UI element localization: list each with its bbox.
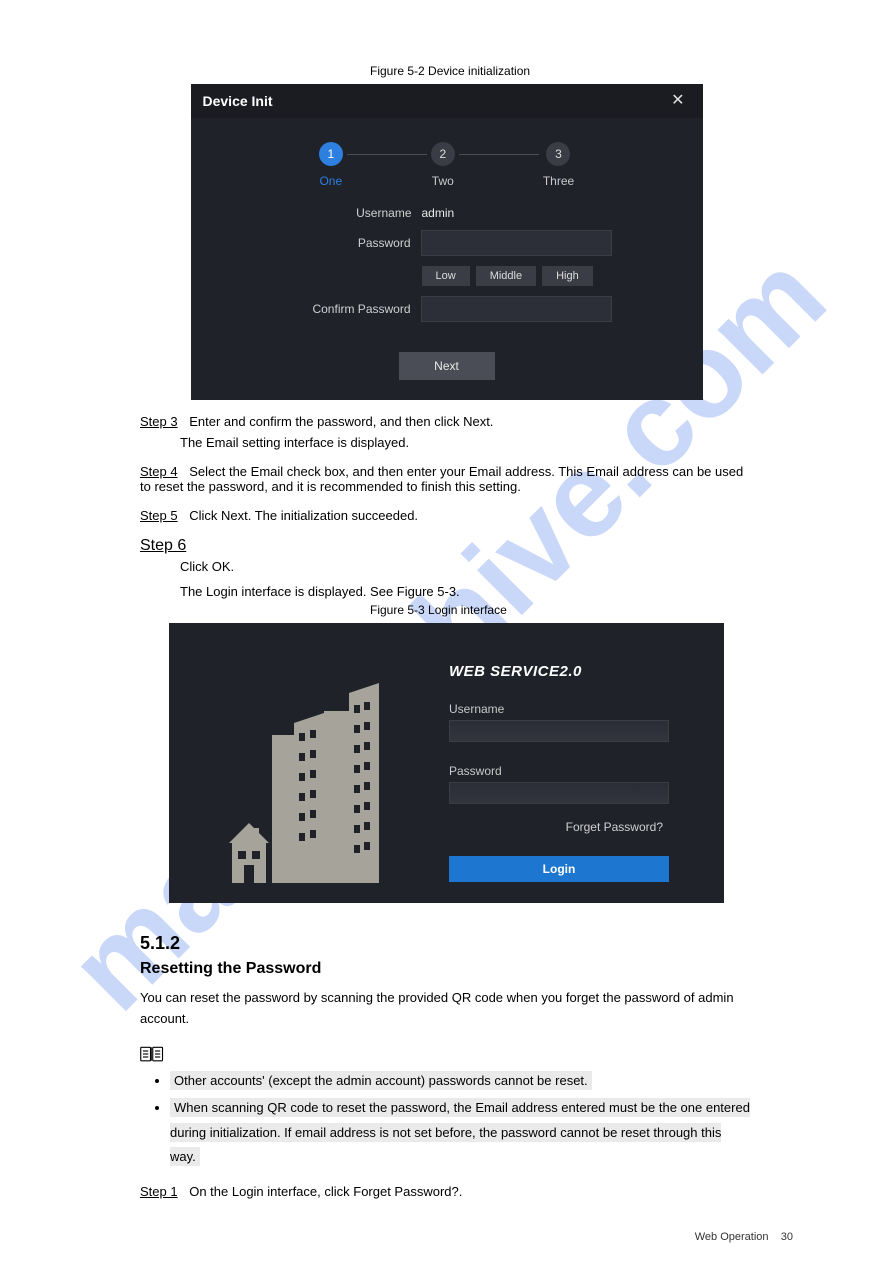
- device-init-dialog: Device Init ✕ 1 One 2 Two 3 Three: [191, 84, 703, 400]
- step-3-circle: 3: [546, 142, 570, 166]
- password-row: Password: [282, 230, 612, 256]
- next-button[interactable]: Next: [399, 352, 495, 380]
- close-icon[interactable]: ✕: [665, 92, 690, 110]
- step-3-body: Enter and confirm the password, and then…: [189, 414, 493, 429]
- wizard-stepper: 1 One 2 Two 3 Three: [191, 142, 703, 188]
- step-6-body: Click OK.: [180, 557, 753, 578]
- reset-step-1-lead: Step 1: [140, 1184, 178, 1199]
- stepper-connector: [347, 154, 427, 155]
- reset-step-1-body: On the Login interface, click Forget Pas…: [189, 1184, 462, 1199]
- step-4-line: Step 4 Select the Email check box, and t…: [140, 464, 753, 494]
- note-item-2: When scanning QR code to reset the passw…: [170, 1098, 750, 1166]
- reset-intro: You can reset the password by scanning t…: [140, 988, 753, 1030]
- login-illustration: [169, 623, 449, 903]
- forget-password-link[interactable]: Forget Password?: [560, 819, 669, 835]
- stepper-connector: [459, 154, 539, 155]
- dialog-titlebar: Device Init ✕: [191, 84, 703, 118]
- confirm-password-row: Confirm Password: [282, 296, 612, 322]
- step-5-lead: Step 5: [140, 508, 178, 523]
- figure-2-caption: Figure 5-3 Login interface: [370, 603, 753, 617]
- password-strength-row: Low Middle High: [422, 266, 612, 286]
- strength-middle[interactable]: Middle: [476, 266, 536, 286]
- login-password-input[interactable]: [449, 782, 669, 804]
- step-3-label: Three: [543, 174, 574, 188]
- footer-page: 30: [781, 1231, 793, 1243]
- dialog-title: Device Init: [203, 93, 273, 109]
- strength-low[interactable]: Low: [422, 266, 470, 286]
- step-3-sub: The Email setting interface is displayed…: [180, 435, 753, 450]
- step-6-sub: The Login interface is displayed. See Fi…: [180, 584, 753, 599]
- list-item: Other accounts' (except the admin accoun…: [170, 1069, 753, 1094]
- password-input[interactable]: [421, 230, 612, 256]
- strength-high[interactable]: High: [542, 266, 593, 286]
- section-title: Resetting the Password: [140, 960, 753, 978]
- step-3-line: Step 3 Enter and confirm the password, a…: [140, 414, 753, 429]
- login-button[interactable]: Login: [449, 856, 669, 882]
- note-item-1: Other accounts' (except the admin accoun…: [170, 1071, 592, 1090]
- login-username-label: Username: [449, 702, 694, 716]
- step-5-line: Step 5 Click Next. The initialization su…: [140, 508, 753, 523]
- login-form: WEB SERVICE2.0 Username Password Forget …: [449, 623, 724, 903]
- buildings-icon: [204, 673, 414, 893]
- wizard-step-3[interactable]: 3 Three: [543, 142, 574, 188]
- init-form: Username admin Password Low Middle High …: [282, 206, 612, 322]
- footer-label: Web Operation: [695, 1231, 769, 1243]
- login-password-label: Password: [449, 764, 694, 778]
- confirm-password-input[interactable]: [421, 296, 612, 322]
- step-3-lead: Step 3: [140, 414, 178, 429]
- step-2-circle: 2: [431, 142, 455, 166]
- login-panel: WEB SERVICE2.0 Username Password Forget …: [169, 623, 724, 903]
- confirm-password-label: Confirm Password: [282, 302, 421, 316]
- username-row: Username admin: [282, 206, 612, 220]
- username-value: admin: [422, 206, 455, 220]
- figure-1-caption: Figure 5-2 Device initialization: [370, 64, 753, 78]
- note-icon: [140, 1045, 164, 1063]
- step-6-lead: Step 6: [140, 537, 753, 555]
- page-footer: Web Operation 30: [695, 1231, 793, 1243]
- password-label: Password: [282, 236, 421, 250]
- reset-step-1-line: Step 1 On the Login interface, click For…: [140, 1184, 753, 1199]
- note-list: Other accounts' (except the admin accoun…: [140, 1069, 753, 1170]
- step-2-label: Two: [431, 174, 455, 188]
- list-item: When scanning QR code to reset the passw…: [170, 1096, 753, 1170]
- wizard-step-1[interactable]: 1 One: [319, 142, 343, 188]
- step-4-lead: Step 4: [140, 464, 178, 479]
- step-5-body: Click Next. The initialization succeeded…: [189, 508, 418, 523]
- step-4-body: Select the Email check box, and then ent…: [140, 464, 743, 494]
- note-heading: [140, 1045, 753, 1063]
- wizard-step-2[interactable]: 2 Two: [431, 142, 455, 188]
- brand-title: WEB SERVICE2.0: [449, 663, 694, 680]
- login-username-input[interactable]: [449, 720, 669, 742]
- step-1-circle: 1: [319, 142, 343, 166]
- username-label: Username: [282, 206, 422, 220]
- section-number: 5.1.2: [140, 933, 753, 954]
- step-1-label: One: [319, 174, 343, 188]
